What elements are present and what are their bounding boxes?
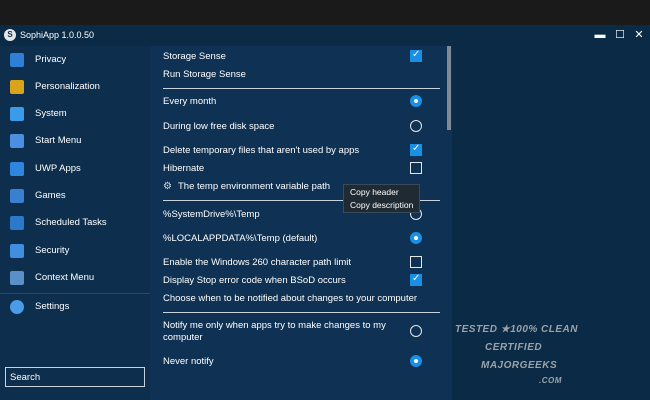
scrollbar-thumb[interactable] (447, 46, 451, 130)
sidebar-item-label: Start Menu (35, 135, 82, 146)
stop-error-label: Display Stop error code when BSoD occurs (163, 275, 346, 286)
apps-grid-icon (10, 162, 24, 176)
watermark-line: .COM (539, 376, 562, 385)
start-menu-icon (10, 134, 24, 148)
sidebar-item-label: Privacy (35, 54, 67, 65)
localappdata-temp-label: %LOCALAPPDATA%\Temp (default) (163, 233, 318, 244)
sidebar-item-label: Context Menu (35, 272, 95, 283)
brush-icon (10, 80, 24, 94)
gamepad-icon (10, 189, 24, 203)
sidebar-item-privacy[interactable]: Privacy (0, 48, 150, 72)
temp-path-header: The temp environment variable path (178, 181, 331, 192)
search-input[interactable] (5, 367, 145, 387)
every-month-label: Every month (163, 96, 217, 107)
gear-icon[interactable]: ⚙ (163, 181, 172, 192)
storage-sense-checkbox[interactable] (410, 49, 422, 62)
path-limit-checkbox[interactable] (410, 256, 422, 268)
sidebar-item-uwp-apps[interactable]: UWP Apps (0, 157, 150, 181)
divider (163, 312, 440, 313)
systemdrive-temp-label: %SystemDrive%\Temp (163, 209, 260, 220)
sidebar-item-settings[interactable]: Settings (0, 295, 150, 319)
app-title: SophiApp 1.0.0.50 (20, 30, 95, 40)
delete-temp-label: Delete temporary files that aren't used … (163, 145, 360, 156)
low-disk-radio[interactable] (410, 120, 422, 132)
sidebar-divider (0, 293, 150, 294)
run-storage-sense-label[interactable]: Run Storage Sense (163, 69, 246, 80)
monitor-icon (10, 107, 24, 121)
sidebar: Privacy Personalization System Start Men… (0, 46, 150, 400)
sidebar-item-label: Security (35, 245, 70, 256)
title-bar: S SophiApp 1.0.0.50 ▬ ☐ ✕ (0, 25, 650, 46)
every-month-radio[interactable] (410, 95, 422, 107)
minimize-icon[interactable]: ▬ (592, 28, 608, 42)
context-menu: Copy header Copy description (343, 184, 420, 213)
hibernate-label: Hibernate (163, 163, 205, 174)
sidebar-item-personalization[interactable]: Personalization (0, 75, 150, 99)
localappdata-temp-radio[interactable] (410, 232, 422, 244)
calendar-icon (10, 216, 24, 230)
lock-icon (10, 53, 24, 67)
never-notify-radio[interactable] (410, 355, 422, 367)
notify-apps-label: Notify me only when apps try to make cha… (163, 320, 386, 343)
sidebar-item-label: Games (35, 190, 66, 201)
sidebar-item-start-menu[interactable]: Start Menu (0, 129, 150, 153)
app-logo-icon: S (4, 29, 16, 41)
sidebar-item-label: Settings (35, 301, 70, 312)
path-limit-label: Enable the Windows 260 character path li… (163, 257, 351, 268)
maximize-icon[interactable]: ☐ (612, 28, 628, 42)
delete-temp-checkbox[interactable] (410, 143, 422, 156)
sidebar-item-games[interactable]: Games (0, 184, 150, 208)
sidebar-item-security[interactable]: Security (0, 239, 150, 263)
gear-icon (10, 300, 24, 314)
never-notify-label: Never notify (163, 356, 214, 367)
sidebar-item-context-menu[interactable]: Context Menu (0, 266, 150, 290)
watermark-line: TESTED ★100% CLEAN (455, 324, 578, 335)
context-menu-icon (10, 271, 24, 285)
notify-header: Choose when to be notified about changes… (163, 293, 418, 304)
storage-sense-label: Storage Sense (163, 51, 226, 62)
sidebar-item-system[interactable]: System (0, 102, 150, 126)
settings-panel: Storage Sense Run Storage Sense Every mo… (150, 46, 450, 400)
sidebar-item-label: UWP Apps (35, 163, 81, 174)
watermark-line: MAJORGEEKS (481, 360, 558, 371)
top-black-bar (0, 0, 650, 25)
sidebar-item-label: Personalization (35, 81, 100, 92)
divider (163, 88, 440, 89)
watermark-line: CERTIFIED (485, 342, 543, 353)
copy-header-menu-item[interactable]: Copy header (350, 187, 399, 197)
shield-icon (10, 244, 24, 258)
copy-description-menu-item[interactable]: Copy description (350, 200, 413, 210)
notify-apps-radio[interactable] (410, 325, 422, 337)
sidebar-item-label: Scheduled Tasks (35, 217, 107, 228)
watermark-badge: TESTED ★100% CLEAN CERTIFIED MAJORGEEKS … (451, 320, 589, 400)
sidebar-item-scheduled-tasks[interactable]: Scheduled Tasks (0, 211, 150, 235)
low-disk-label: During low free disk space (163, 121, 275, 132)
close-icon[interactable]: ✕ (631, 28, 647, 42)
sidebar-item-label: System (35, 108, 67, 119)
hibernate-checkbox[interactable] (410, 162, 422, 174)
stop-error-checkbox[interactable] (410, 273, 422, 286)
